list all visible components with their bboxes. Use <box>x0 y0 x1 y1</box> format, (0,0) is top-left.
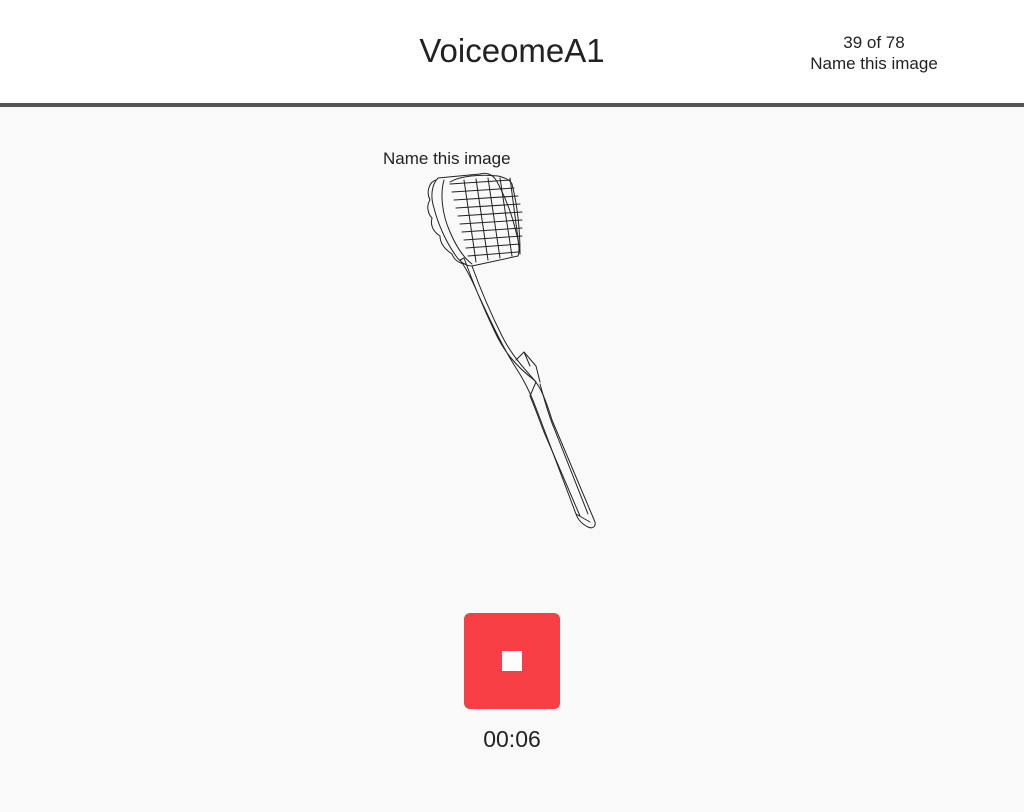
progress-counter: 39 of 78 <box>843 33 905 52</box>
stop-icon <box>502 651 522 671</box>
header-bar: VoiceomeA1 39 of 78 Name this image <box>0 0 1024 103</box>
task-name: Name this image <box>810 54 938 73</box>
toothbrush-drawing <box>427 172 596 529</box>
prompt-label: Name this image <box>383 149 511 168</box>
progress-info: 39 of 78 Name this image <box>794 32 954 74</box>
stop-recording-button[interactable] <box>464 613 560 709</box>
toothbrush-image <box>420 170 605 535</box>
recording-timer: 00:06 <box>483 726 541 752</box>
